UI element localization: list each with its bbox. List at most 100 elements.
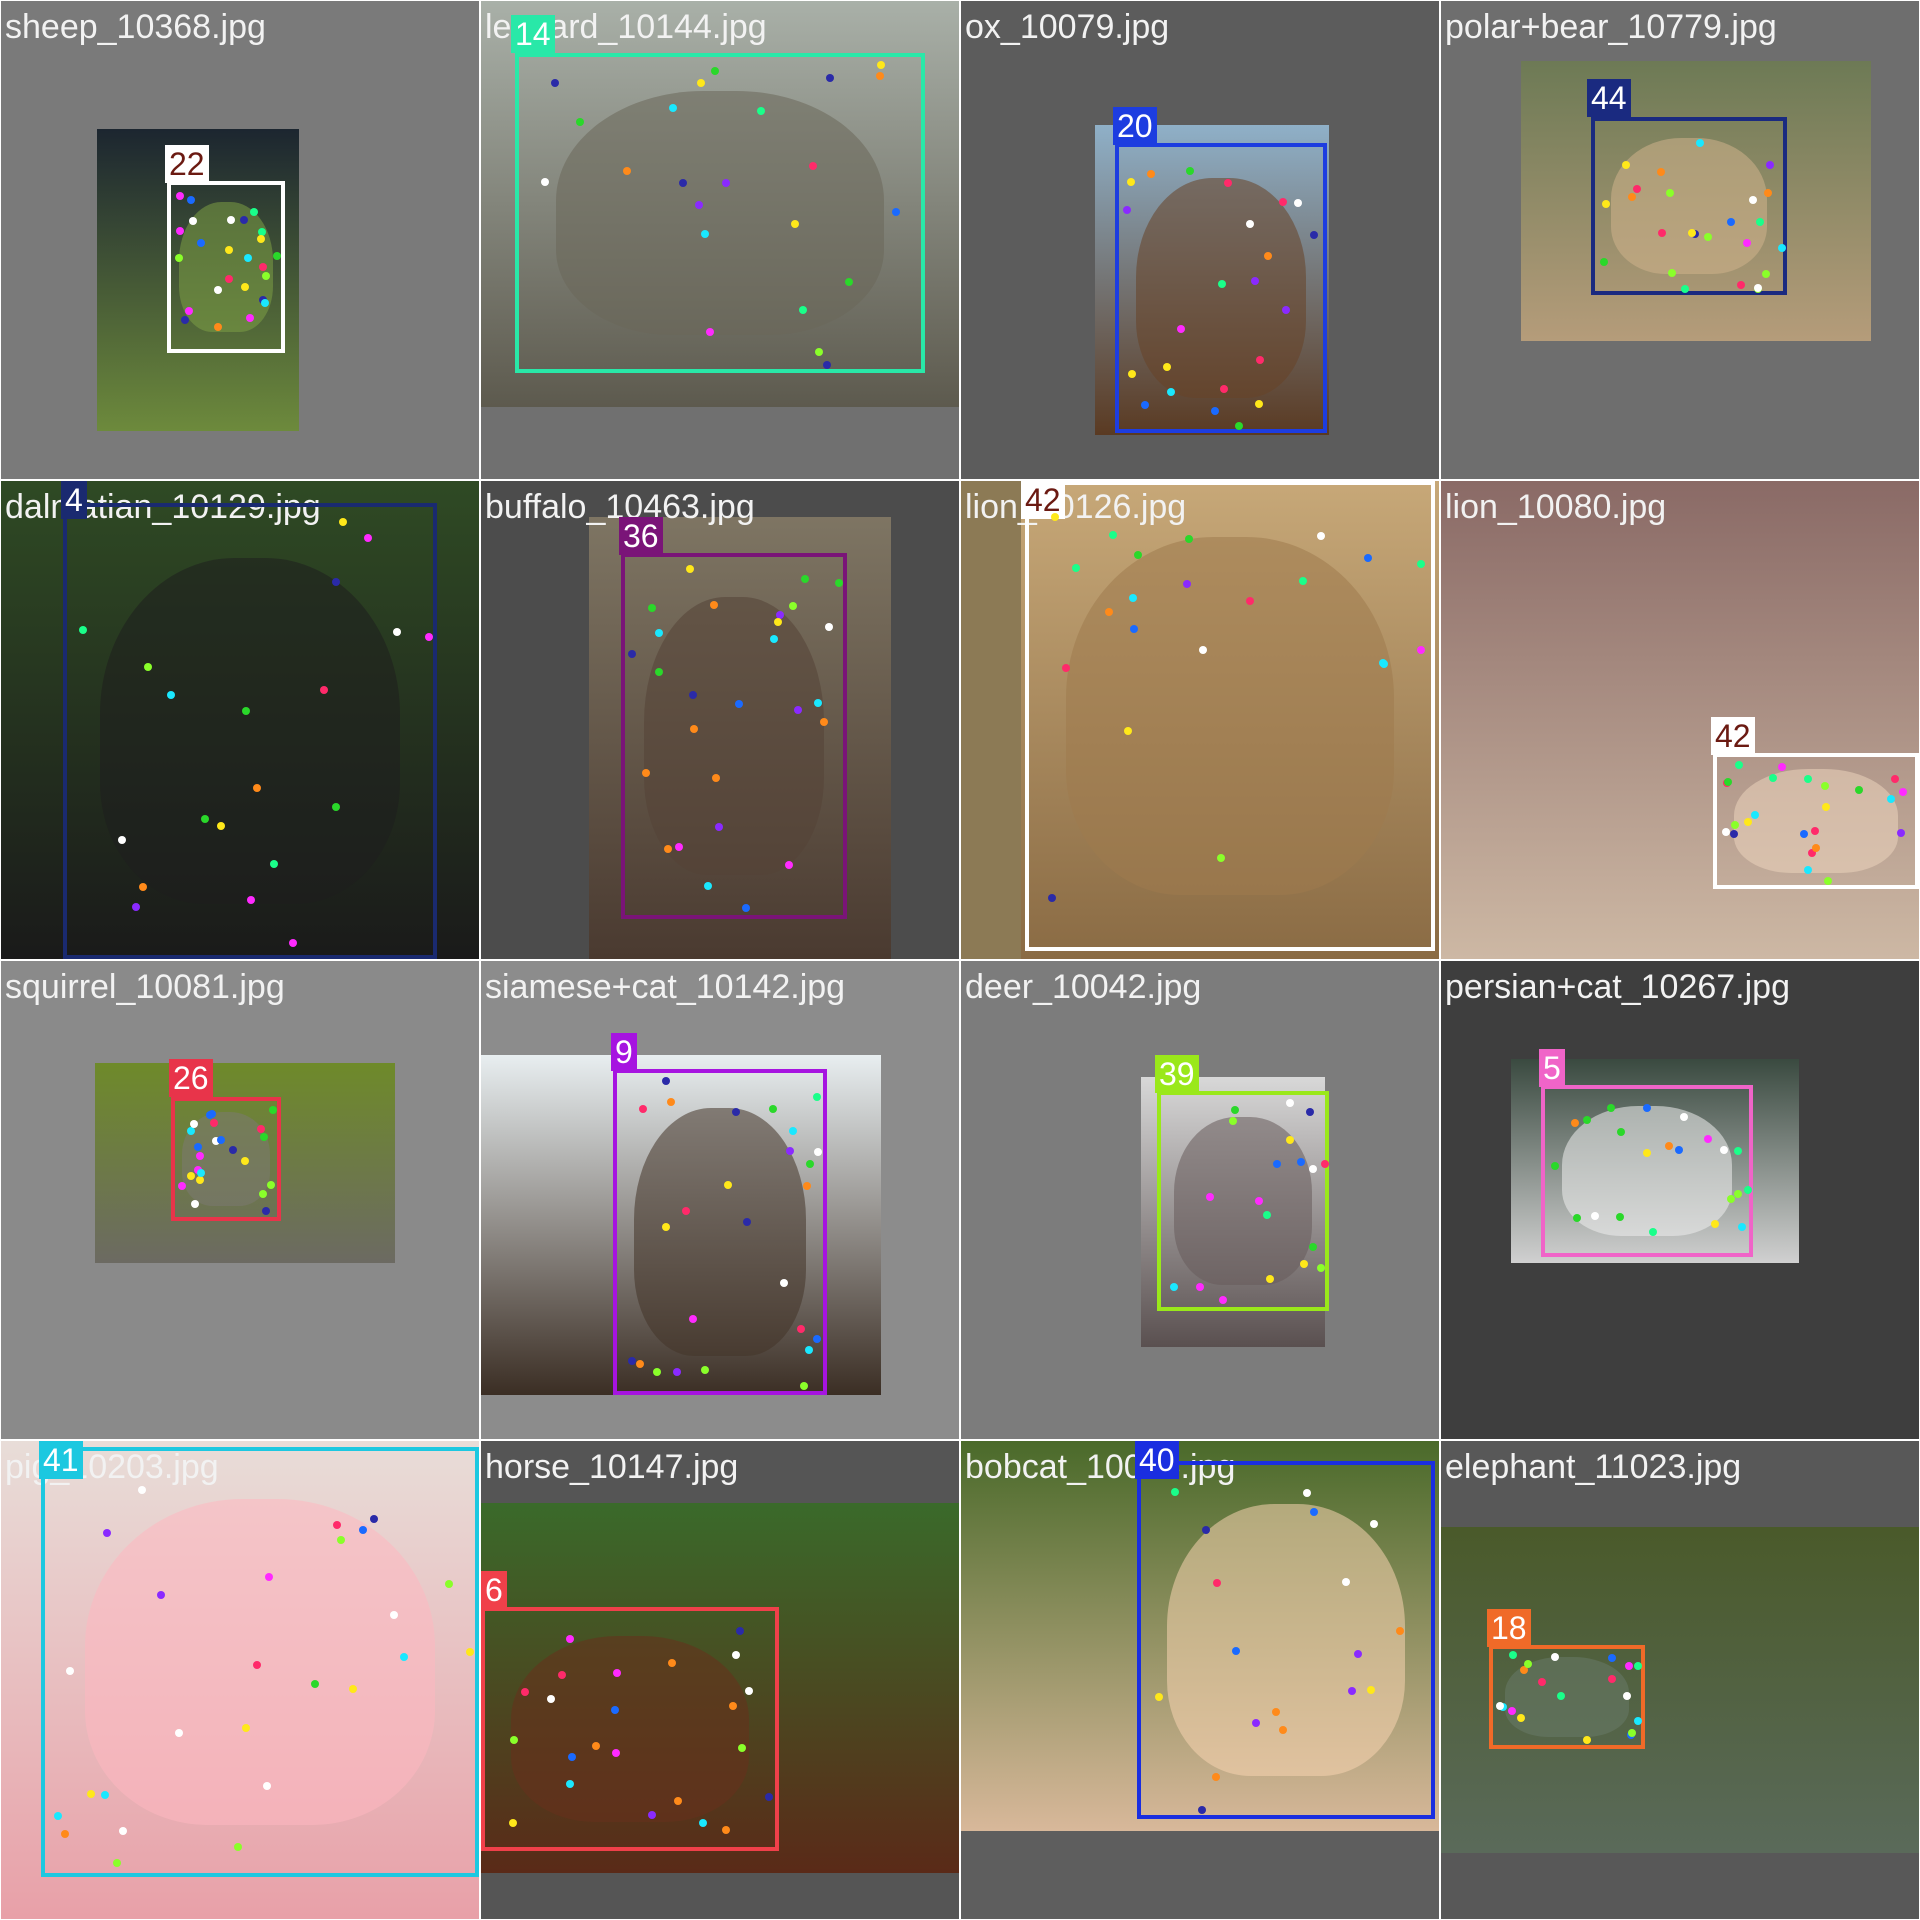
keypoint-dot xyxy=(1737,1222,1746,1231)
class-label-badge: 42 xyxy=(1021,481,1065,519)
keypoint-dot xyxy=(1122,206,1131,215)
keypoint-dot xyxy=(1231,1646,1240,1655)
keypoint-dot xyxy=(1572,1214,1581,1223)
keypoint-dot xyxy=(1730,821,1739,830)
keypoint-dot xyxy=(262,1781,271,1790)
bounding-box xyxy=(1025,481,1435,951)
image-tile: sheep_10368.jpg 22 xyxy=(1,1,479,479)
keypoint-dot xyxy=(721,178,730,187)
keypoint-dot xyxy=(261,272,270,281)
keypoint-dot xyxy=(200,814,209,823)
keypoint-dot xyxy=(1896,828,1905,837)
keypoint-dot xyxy=(509,1735,518,1744)
keypoint-dot xyxy=(393,627,402,636)
keypoint-dot xyxy=(1167,387,1176,396)
keypoint-dot xyxy=(540,178,549,187)
keypoint-dot xyxy=(1320,1159,1329,1168)
keypoint-dot xyxy=(697,78,706,87)
keypoint-dot xyxy=(799,1381,808,1390)
keypoint-dot xyxy=(336,1536,345,1545)
keypoint-dot xyxy=(1679,1112,1688,1121)
filename-label: polar+bear_10779.jpg xyxy=(1445,8,1777,46)
keypoint-dot xyxy=(1195,1282,1204,1291)
keypoint-dot xyxy=(1550,1161,1559,1170)
filename-label: ox_10079.jpg xyxy=(965,8,1170,46)
image-tile: pig_10203.jpg 41 xyxy=(1,1441,479,1919)
keypoint-dot xyxy=(1223,178,1232,187)
keypoint-dot xyxy=(1198,645,1207,654)
keypoint-dot xyxy=(764,1793,773,1802)
bounding-box xyxy=(1489,1645,1645,1749)
keypoint-dot xyxy=(1621,160,1630,169)
keypoint-dot xyxy=(188,217,197,226)
keypoint-dot xyxy=(1710,1219,1719,1228)
filename-label: deer_10042.jpg xyxy=(965,968,1202,1006)
keypoint-dot xyxy=(1047,893,1056,902)
keypoint-dot xyxy=(1719,1145,1728,1154)
class-label-badge: 6 xyxy=(481,1571,507,1609)
keypoint-dot xyxy=(813,698,822,707)
bounding-box xyxy=(613,1069,827,1395)
keypoint-dot xyxy=(546,1695,555,1704)
keypoint-dot xyxy=(611,1705,620,1714)
image-tile: bobcat_10005.jpg 40 xyxy=(961,1441,1439,1919)
keypoint-dot xyxy=(177,1181,186,1190)
keypoint-dot xyxy=(240,282,249,291)
image-tile: elephant_11023.jpg 18 xyxy=(1441,1441,1919,1919)
bounding-box xyxy=(1157,1091,1329,1311)
keypoint-dot xyxy=(184,306,193,315)
keypoint-dot xyxy=(1347,1687,1356,1696)
keypoint-dot xyxy=(669,103,678,112)
keypoint-dot xyxy=(1627,1728,1636,1737)
keypoint-dot xyxy=(1890,774,1899,783)
image-tile: polar+bear_10779.jpg 44 xyxy=(1441,1,1919,479)
keypoint-dot xyxy=(195,1175,204,1184)
keypoint-dot xyxy=(1634,1716,1643,1725)
keypoint-dot xyxy=(779,1278,788,1287)
keypoint-dot xyxy=(688,690,697,699)
keypoint-dot xyxy=(1298,576,1307,585)
keypoint-dot xyxy=(260,1132,268,1141)
keypoint-dot xyxy=(812,1092,821,1101)
class-label-badge: 26 xyxy=(169,1059,213,1097)
class-label-badge: 5 xyxy=(1539,1049,1565,1087)
keypoint-dot xyxy=(175,192,184,201)
keypoint-dot xyxy=(1768,773,1777,782)
keypoint-dot xyxy=(1803,774,1812,783)
class-label-badge: 42 xyxy=(1711,717,1755,755)
image-tile: dalmatian_10129.jpg 4 xyxy=(1,481,479,959)
keypoint-dot xyxy=(666,1098,675,1107)
keypoint-dot xyxy=(1271,1707,1280,1716)
keypoint-dot xyxy=(1675,1145,1684,1154)
keypoint-dot xyxy=(1170,1487,1179,1496)
bounding-box xyxy=(171,1097,281,1221)
keypoint-dot xyxy=(1182,580,1191,589)
keypoint-dot xyxy=(118,1827,127,1836)
keypoint-dot xyxy=(770,634,779,643)
keypoint-dot xyxy=(246,895,255,904)
keypoint-dot xyxy=(1777,244,1786,253)
keypoint-dot xyxy=(611,1749,620,1758)
keypoint-dot xyxy=(331,803,340,812)
keypoint-dot xyxy=(1050,512,1059,521)
keypoint-dot xyxy=(261,1206,270,1215)
image-tile: leopard_10144.jpg 14 xyxy=(481,1,959,479)
image-tile: deer_10042.jpg 39 xyxy=(961,961,1439,1439)
keypoint-dot xyxy=(54,1811,63,1820)
keypoint-dot xyxy=(1607,1654,1616,1663)
keypoint-dot xyxy=(1234,421,1243,430)
keypoint-dot xyxy=(654,629,663,638)
keypoint-dot xyxy=(181,315,190,324)
keypoint-dot xyxy=(1278,198,1287,207)
keypoint-dot xyxy=(1299,1260,1308,1269)
keypoint-dot xyxy=(1169,1282,1178,1291)
keypoint-dot xyxy=(369,1514,378,1523)
class-label-badge: 39 xyxy=(1155,1055,1199,1093)
keypoint-dot xyxy=(822,360,831,369)
keypoint-dot xyxy=(551,78,560,87)
keypoint-dot xyxy=(802,1181,811,1190)
filename-label: persian+cat_10267.jpg xyxy=(1445,968,1790,1006)
keypoint-dot xyxy=(226,215,235,224)
keypoint-dot xyxy=(1551,1652,1560,1661)
keypoint-dot xyxy=(1316,532,1325,541)
